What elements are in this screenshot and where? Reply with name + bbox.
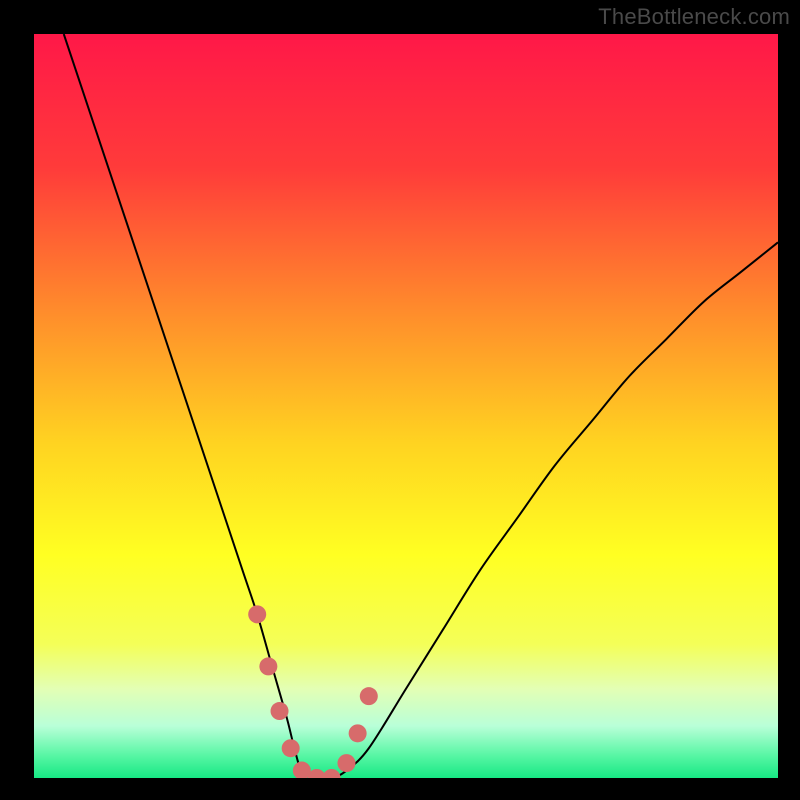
chart-frame: TheBottleneck.com bbox=[0, 0, 800, 800]
highlight-dot bbox=[271, 702, 289, 720]
curve-layer bbox=[34, 34, 778, 778]
plot-area bbox=[34, 34, 778, 778]
highlight-dot bbox=[349, 724, 367, 742]
highlight-dot bbox=[360, 687, 378, 705]
bottleneck-curve bbox=[64, 34, 778, 778]
highlight-dot bbox=[323, 769, 341, 778]
highlight-dot bbox=[259, 657, 277, 675]
highlight-dot bbox=[248, 605, 266, 623]
highlight-dot bbox=[282, 739, 300, 757]
highlight-dot bbox=[337, 754, 355, 772]
watermark-text: TheBottleneck.com bbox=[598, 4, 790, 30]
